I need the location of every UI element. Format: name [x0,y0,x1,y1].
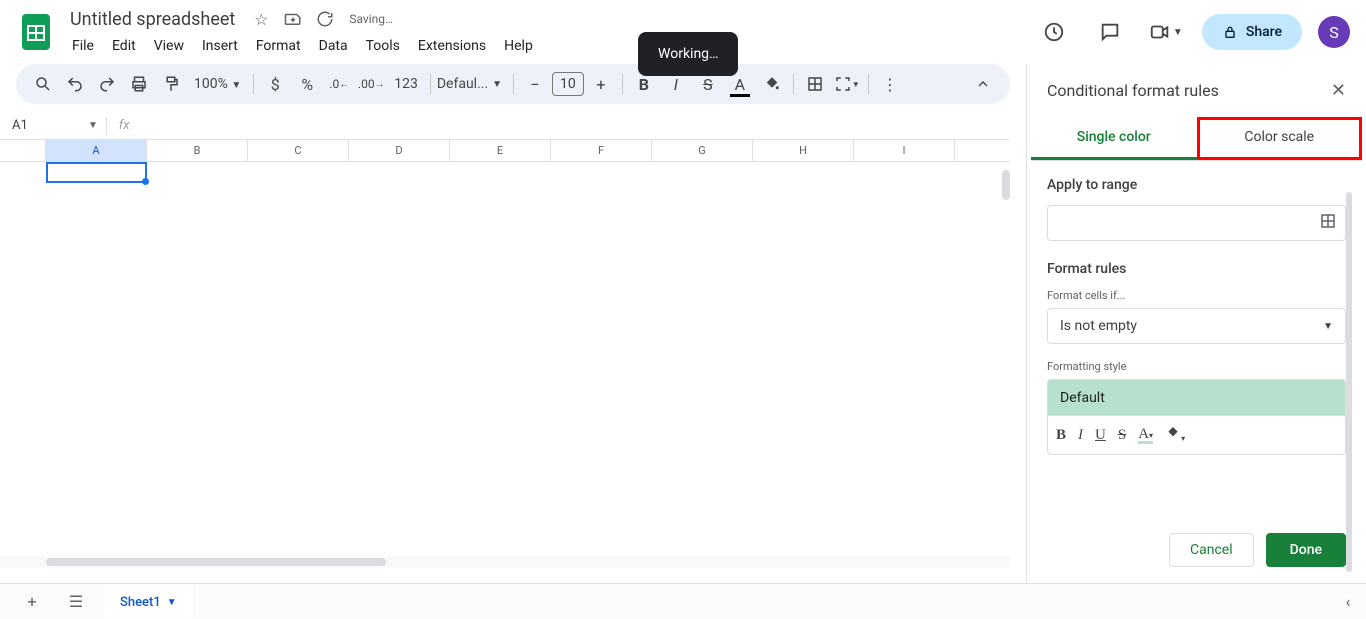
number-format-select[interactable]: 123 [388,76,424,92]
collapse-toolbar-icon[interactable] [968,69,998,99]
font-size-input[interactable]: 10 [552,72,584,96]
currency-icon[interactable]: $ [260,69,290,99]
cancel-button[interactable]: Cancel [1169,533,1254,567]
saving-status: Saving… [349,12,393,26]
range-input-field[interactable] [1056,215,1319,231]
cloud-status-icon[interactable] [313,7,337,31]
style-preview[interactable]: Default [1047,379,1346,415]
conditional-format-panel: Conditional format rules ✕ Single color … [1026,64,1366,583]
col-header-d[interactable]: D [349,140,450,161]
vertical-scrollbar[interactable] [1002,170,1010,200]
menu-extensions[interactable]: Extensions [410,34,494,58]
print-icon[interactable] [124,69,154,99]
col-header-e[interactable]: E [450,140,551,161]
menu-help[interactable]: Help [496,34,541,58]
active-cell-outline [46,162,147,183]
share-label: Share [1246,24,1282,40]
name-box-input[interactable]: A1 [8,116,88,135]
style-italic-icon[interactable]: I [1078,427,1083,444]
borders-icon[interactable] [800,69,830,99]
fill-color-icon[interactable] [757,69,787,99]
format-rules-label: Format rules [1047,261,1346,277]
close-icon[interactable]: ✕ [1331,80,1346,101]
col-header-h[interactable]: H [753,140,854,161]
col-header-i[interactable]: I [854,140,955,161]
lock-icon [1222,24,1238,40]
decrease-fontsize-icon[interactable]: − [520,69,550,99]
row-headers [0,162,46,556]
document-title[interactable]: Untitled spreadsheet [64,7,241,32]
panel-scrollbar[interactable] [1346,192,1352,572]
name-box-row: A1 ▼ fx [0,112,1010,140]
title-area: Untitled spreadsheet ☆ Saving… File Edit… [64,7,1034,58]
tab-single-color[interactable]: Single color [1031,117,1197,160]
account-avatar[interactable]: S [1318,16,1350,48]
apply-range-label: Apply to range [1047,177,1346,193]
style-toolbar: B I U S A▾ ▾ [1047,415,1346,455]
increase-fontsize-icon[interactable]: + [586,69,616,99]
menu-edit[interactable]: Edit [104,34,144,58]
font-select[interactable]: Defaul... ▼ [437,76,507,92]
range-input[interactable] [1047,205,1346,241]
sheet-tab-1[interactable]: Sheet1▼ [104,585,193,618]
menu-file[interactable]: File [64,34,102,58]
spreadsheet-grid[interactable]: A B C D E F G H I [0,140,1010,556]
star-icon[interactable]: ☆ [249,7,273,31]
format-if-label: Format cells if... [1047,289,1346,302]
style-fill-color-icon[interactable]: ▾ [1165,425,1185,446]
style-text-color-icon[interactable]: A▾ [1138,426,1153,444]
range-grid-icon[interactable] [1319,212,1337,234]
all-sheets-icon[interactable]: ☰ [60,586,92,618]
col-header-f[interactable]: F [551,140,652,161]
done-button[interactable]: Done [1266,533,1346,567]
toolbar: 100% ▼ $ % .0← .00→ 123 Defaul... ▼ − 10… [16,64,1010,104]
menu-view[interactable]: View [146,34,192,58]
col-header-a[interactable]: A [46,140,147,161]
condition-select[interactable]: Is not empty▼ [1047,308,1346,344]
col-header-g[interactable]: G [652,140,753,161]
history-icon[interactable] [1034,12,1074,52]
sheets-logo[interactable] [16,12,56,52]
menu-insert[interactable]: Insert [194,34,246,58]
zoom-select[interactable]: 100% ▼ [188,76,247,92]
tab-color-scale[interactable]: Color scale [1197,117,1363,160]
merge-icon[interactable]: ▼ [832,69,862,99]
sheet-tabs-bar: + ☰ Sheet1▼ [0,583,1366,619]
meet-icon[interactable]: ▼ [1146,12,1186,52]
comments-icon[interactable] [1090,12,1130,52]
undo-icon[interactable] [60,69,90,99]
panel-title: Conditional format rules [1047,81,1219,100]
cells-area[interactable] [46,162,1010,556]
working-toast: Working… [638,32,738,76]
side-panel-collapse-icon[interactable]: ‹ [1330,583,1366,619]
search-icon[interactable] [28,69,58,99]
column-headers: A B C D E F G H I [0,140,1010,162]
share-button[interactable]: Share [1202,14,1302,50]
decrease-decimal-icon[interactable]: .0← [324,69,354,99]
col-header-c[interactable]: C [248,140,349,161]
paint-format-icon[interactable] [156,69,186,99]
style-strike-icon[interactable]: S [1118,427,1126,444]
redo-icon[interactable] [92,69,122,99]
menu-format[interactable]: Format [248,34,309,58]
more-icon[interactable]: ⋮ [875,69,905,99]
move-icon[interactable] [281,7,305,31]
name-box-dropdown-icon[interactable]: ▼ [88,120,98,131]
style-bold-icon[interactable]: B [1056,427,1066,444]
col-header-b[interactable]: B [147,140,248,161]
select-all-corner[interactable] [0,140,46,161]
formula-icon: fx [119,118,130,133]
add-sheet-icon[interactable]: + [16,586,48,618]
menu-bar: File Edit View Insert Format Data Tools … [64,34,1034,58]
percent-icon[interactable]: % [292,69,322,99]
horizontal-scrollbar[interactable] [0,556,1010,568]
increase-decimal-icon[interactable]: .00→ [356,69,386,99]
formatting-style-label: Formatting style [1047,360,1346,373]
menu-data[interactable]: Data [311,34,356,58]
style-underline-icon[interactable]: U [1095,427,1106,444]
menu-tools[interactable]: Tools [358,34,408,58]
